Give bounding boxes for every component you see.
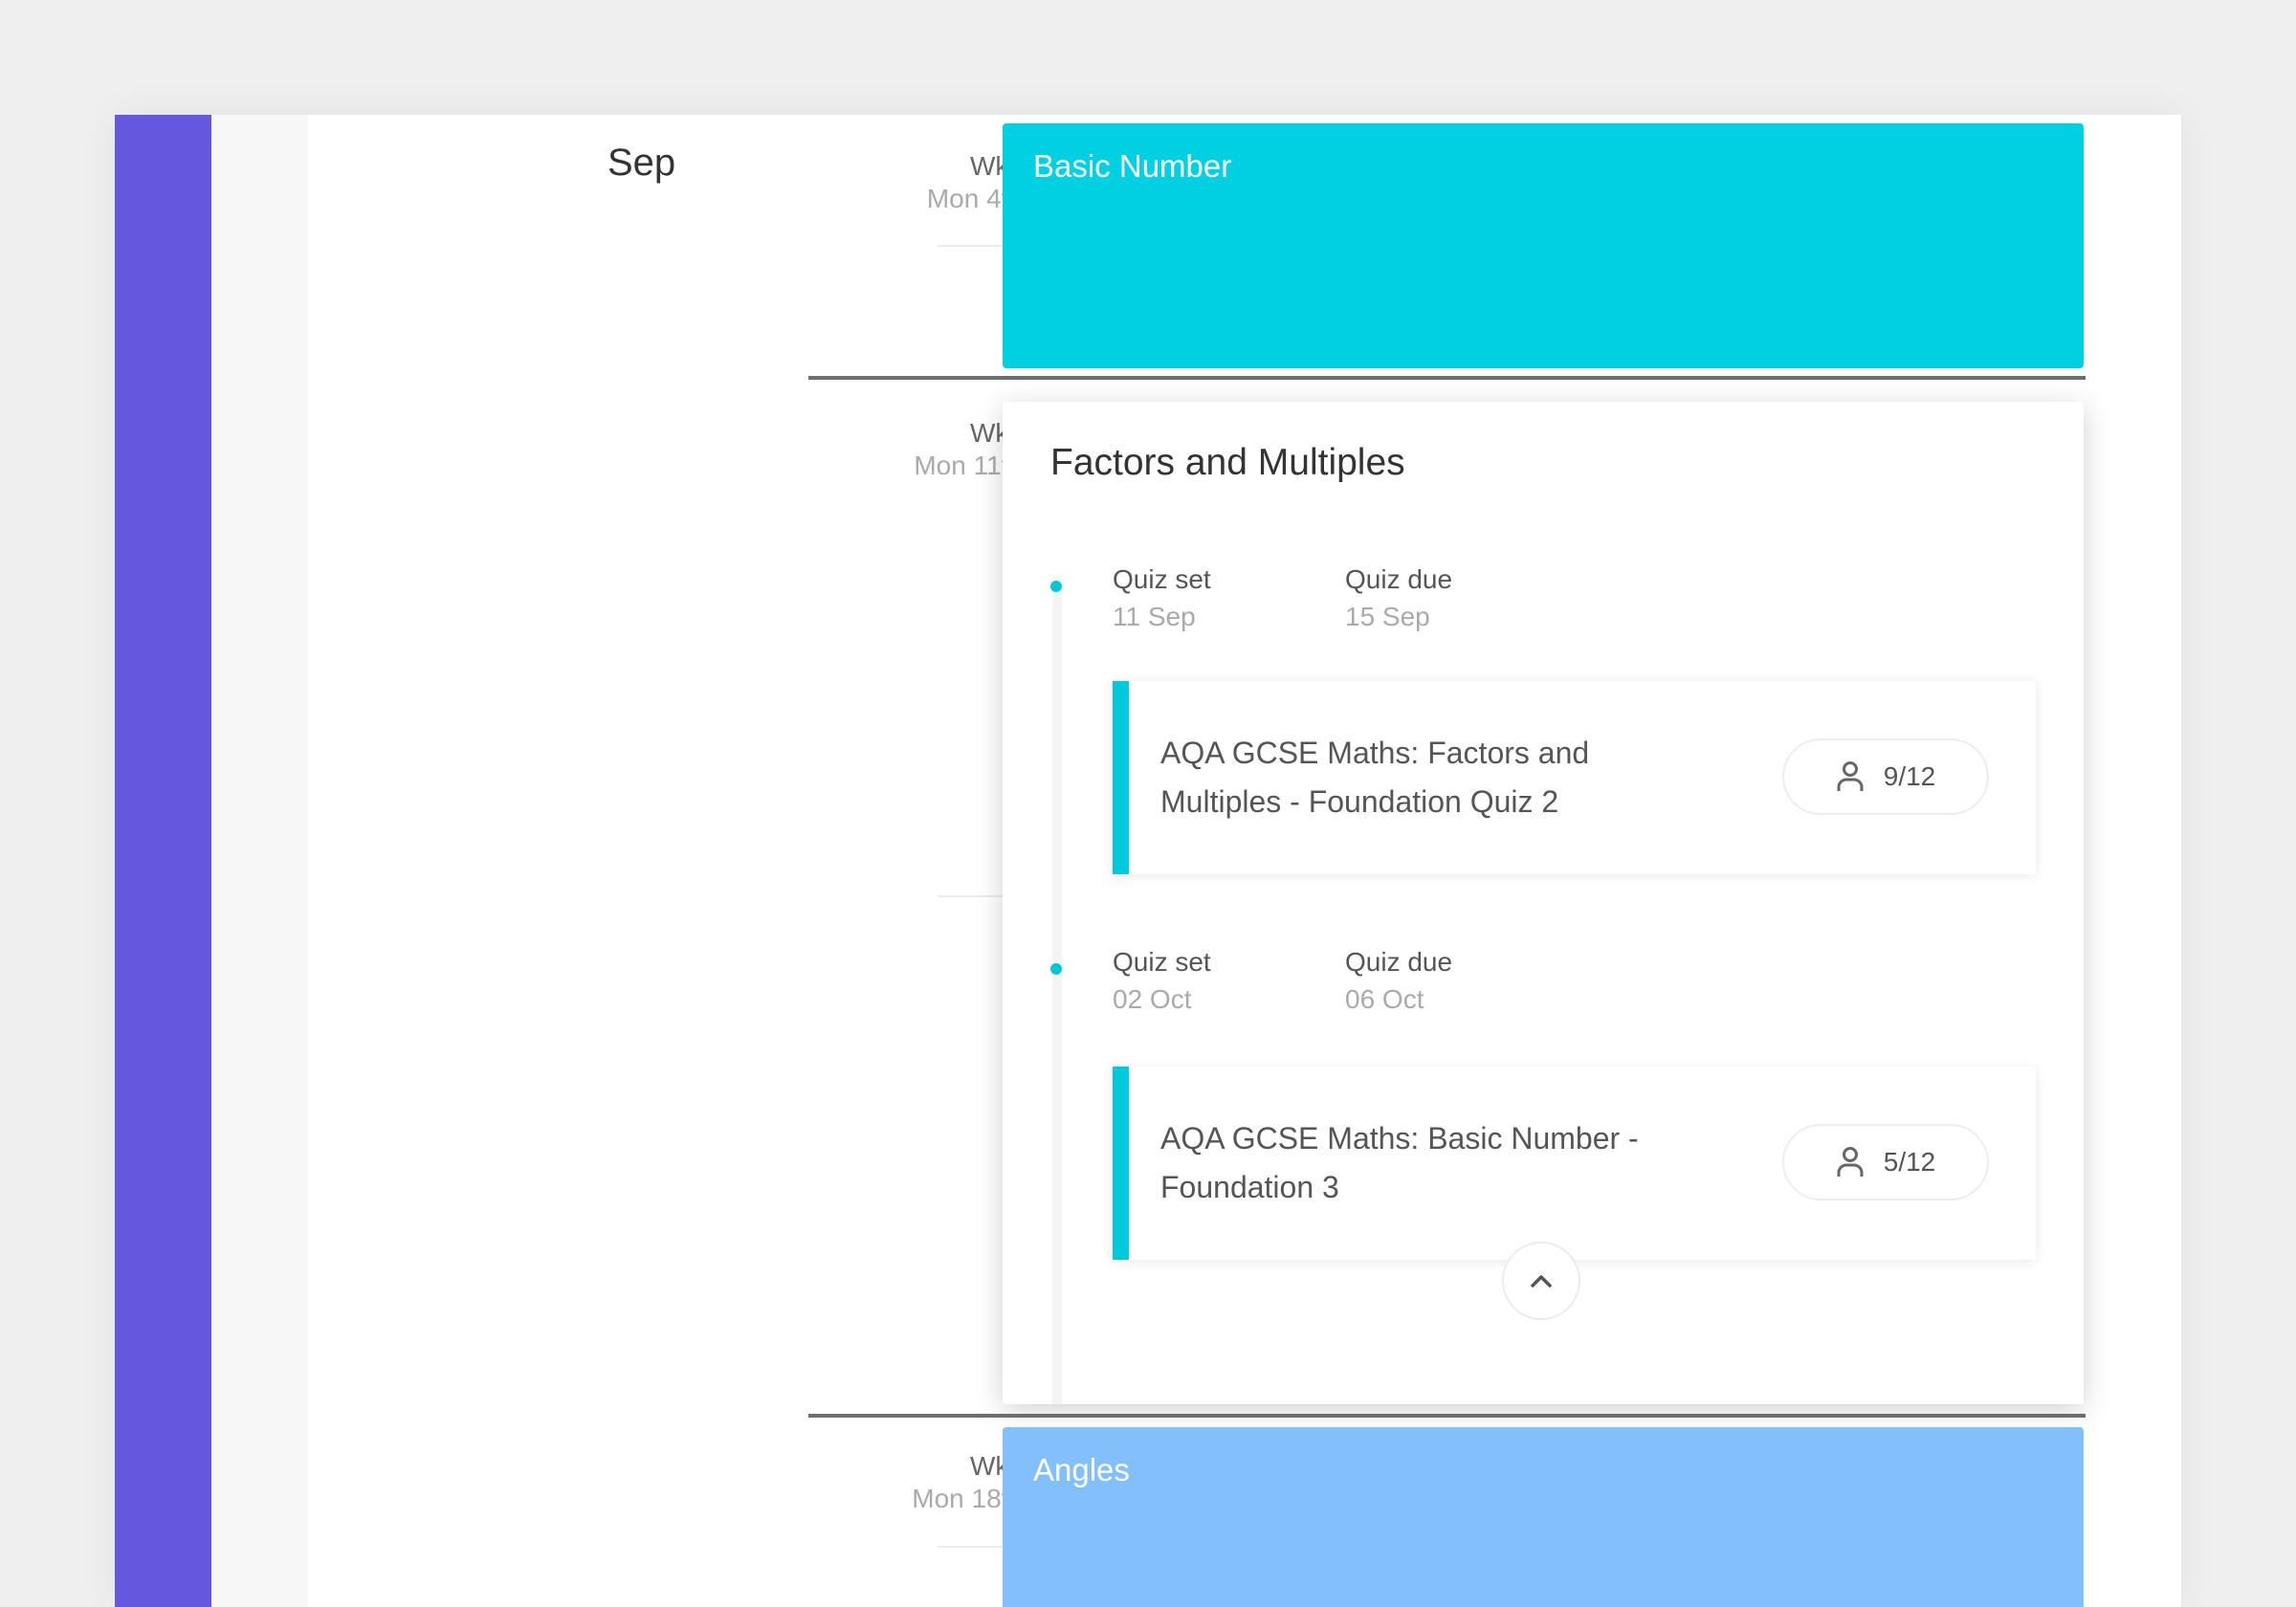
quiz-name: AQA GCSE Maths: Factors and Multiples - … xyxy=(1160,736,1590,819)
sidebar-gutter xyxy=(211,115,308,1607)
timeline-dot xyxy=(1050,963,1062,975)
quiz-set-date: 11 Sep xyxy=(1113,602,1196,631)
user-icon xyxy=(1837,1147,1864,1177)
topic-title: Basic Number xyxy=(1033,148,1232,184)
quiz-set-date: 02 Oct xyxy=(1113,984,1192,1014)
week-date: Mon 11th xyxy=(914,451,1024,480)
topic-block-angles[interactable]: Angles xyxy=(1003,1427,2084,1607)
quiz-due-label: Quiz due xyxy=(1345,947,1453,977)
sidebar-accent xyxy=(115,115,211,1607)
quiz-timeline-line xyxy=(1052,583,1062,1404)
quiz-card[interactable]: AQA GCSE Maths: Basic Number - Foundatio… xyxy=(1113,1067,2036,1260)
week-number: Wk1 xyxy=(970,151,1024,181)
week-date: Mon 4th xyxy=(926,184,1024,213)
completion-count-badge[interactable]: 5/12 xyxy=(1782,1124,1989,1200)
quiz-due-label: Quiz due xyxy=(1345,564,1453,594)
quiz-card-stripe xyxy=(1113,1067,1129,1260)
topic-block-basic-number[interactable]: Basic Number xyxy=(1003,123,2084,368)
planner-frame: Sep Wk1 Mon 4th Basic Number Wk2 Mon 11t… xyxy=(115,115,2181,1607)
week-date: Mon 18th xyxy=(912,1484,1024,1513)
quiz-set-info: Quiz set 11 Sep xyxy=(1113,562,1211,637)
week-label-2: Wk2 Mon 11th xyxy=(708,417,1024,482)
week-number: Wk2 xyxy=(970,418,1024,448)
user-icon xyxy=(1837,761,1864,791)
week-divider xyxy=(808,376,2086,380)
quiz-set-info: Quiz set 02 Oct xyxy=(1113,945,1211,1020)
quiz-card-stripe xyxy=(1113,681,1129,874)
quiz-set-label: Quiz set xyxy=(1113,564,1211,594)
completion-count: 9/12 xyxy=(1883,761,1936,791)
week-label-1: Wk1 Mon 4th xyxy=(708,150,1024,215)
week-divider xyxy=(808,1414,2086,1418)
topic-title: Angles xyxy=(1033,1452,1130,1487)
completion-count-badge[interactable]: 9/12 xyxy=(1782,738,1989,815)
chevron-up-icon xyxy=(1531,1275,1552,1288)
quiz-card[interactable]: AQA GCSE Maths: Factors and Multiples - … xyxy=(1113,681,2036,874)
quiz-due-date: 06 Oct xyxy=(1345,984,1424,1014)
month-label: Sep xyxy=(607,142,676,184)
collapse-button[interactable] xyxy=(1502,1242,1580,1320)
week-number: Wk3 xyxy=(970,1451,1024,1481)
topic-title: Factors and Multiples xyxy=(1050,442,1405,483)
quiz-due-info: Quiz due 15 Sep xyxy=(1345,562,1452,637)
expanded-topic-card: Factors and Multiples Quiz set 11 Sep Qu… xyxy=(1003,402,2084,1404)
completion-count: 5/12 xyxy=(1883,1147,1936,1177)
timeline-dot xyxy=(1050,581,1062,592)
quiz-name: AQA GCSE Maths: Basic Number - Foundatio… xyxy=(1160,1121,1639,1204)
quiz-set-label: Quiz set xyxy=(1113,947,1211,977)
week-label-3: Wk3 Mon 18th xyxy=(708,1450,1024,1515)
quiz-due-date: 15 Sep xyxy=(1345,602,1430,631)
quiz-due-info: Quiz due 06 Oct xyxy=(1345,945,1452,1020)
